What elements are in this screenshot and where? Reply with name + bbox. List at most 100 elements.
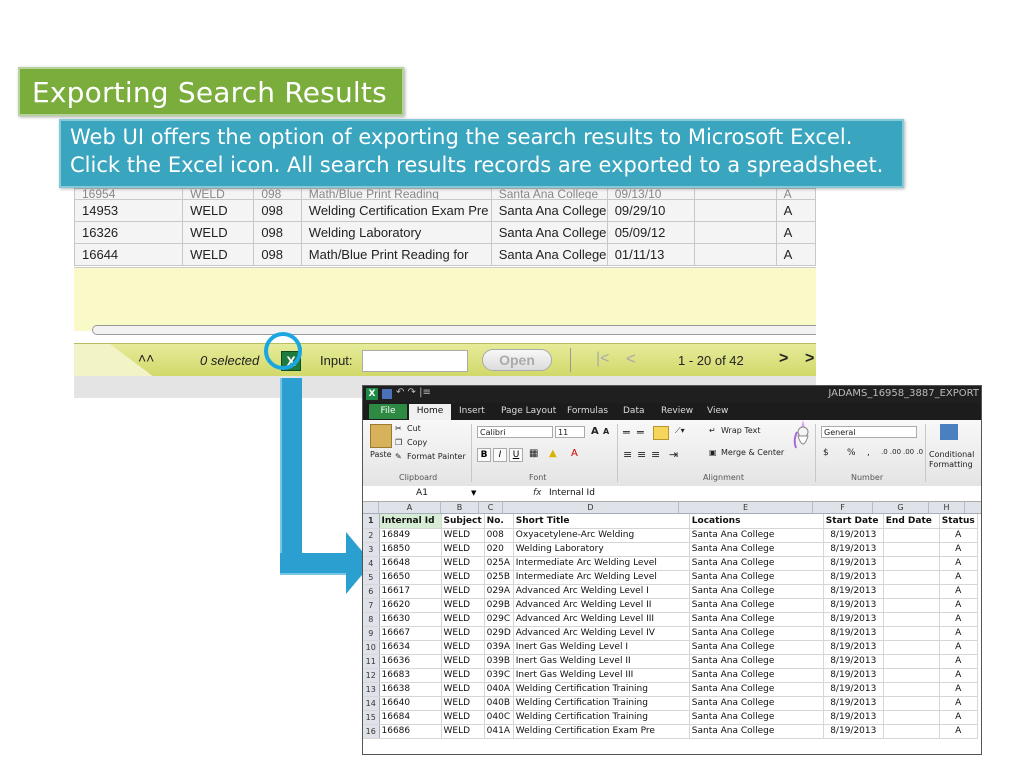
- cell[interactable]: 16684: [379, 710, 442, 725]
- paste-button[interactable]: Paste: [370, 450, 392, 459]
- cell[interactable]: A: [939, 724, 978, 739]
- row-number[interactable]: 15: [363, 710, 380, 725]
- cell[interactable]: [883, 668, 940, 683]
- cell[interactable]: Internal Id: [379, 514, 442, 529]
- row-number[interactable]: 11: [363, 654, 380, 669]
- cell[interactable]: 040A: [484, 682, 514, 697]
- cell[interactable]: 16638: [379, 682, 442, 697]
- cell[interactable]: Intermediate Arc Welding Level: [513, 570, 690, 585]
- cell[interactable]: 16686: [379, 724, 442, 739]
- cell[interactable]: [883, 626, 940, 641]
- currency-button[interactable]: $: [823, 448, 829, 458]
- cell[interactable]: Santa Ana College: [689, 682, 824, 697]
- cell[interactable]: End Date: [883, 514, 940, 529]
- cell[interactable]: WELD: [441, 598, 485, 613]
- tab-view[interactable]: View: [707, 406, 728, 416]
- cell[interactable]: A: [939, 612, 978, 627]
- cell[interactable]: [883, 696, 940, 711]
- cell[interactable]: Advanced Arc Welding Level IV: [513, 626, 690, 641]
- cell[interactable]: 8/19/2013: [823, 668, 884, 683]
- cell[interactable]: WELD: [441, 542, 485, 557]
- cell[interactable]: [883, 654, 940, 669]
- comma-button[interactable]: ,: [867, 448, 870, 458]
- cell[interactable]: Santa Ana College: [689, 696, 824, 711]
- cell[interactable]: [883, 682, 940, 697]
- increase-decimal-button[interactable]: .0 .00: [881, 448, 901, 456]
- cell[interactable]: Advanced Arc Welding Level III: [513, 612, 690, 627]
- cell[interactable]: 16850: [379, 542, 442, 557]
- cell[interactable]: 16630: [379, 612, 442, 627]
- save-icon[interactable]: [382, 389, 392, 399]
- cell[interactable]: WELD: [441, 584, 485, 599]
- shrink-font-icon[interactable]: A: [603, 427, 609, 436]
- cell[interactable]: 025B: [484, 570, 514, 585]
- column-header[interactable]: B: [441, 502, 479, 513]
- quick-access-undo-redo-icon[interactable]: ↶ ↷ |≡: [396, 387, 431, 398]
- cell[interactable]: 8/19/2013: [823, 598, 884, 613]
- cell[interactable]: Subject: [441, 514, 485, 529]
- cell[interactable]: A: [939, 696, 978, 711]
- cell[interactable]: 8/19/2013: [823, 626, 884, 641]
- align-center-icon[interactable]: ≡: [637, 448, 646, 461]
- cell[interactable]: A: [939, 668, 978, 683]
- cell[interactable]: Santa Ana College: [689, 528, 824, 543]
- cell[interactable]: Inert Gas Welding Level II: [513, 654, 690, 669]
- cell[interactable]: Advanced Arc Welding Level I: [513, 584, 690, 599]
- cell[interactable]: 039B: [484, 654, 514, 669]
- cut-button[interactable]: Cut: [407, 424, 421, 433]
- name-box[interactable]: A1: [363, 486, 481, 500]
- table-row[interactable]: 16644 WELD 098 Math/Blue Print Reading for S…: [74, 243, 816, 266]
- cell[interactable]: A: [939, 710, 978, 725]
- cell[interactable]: 8/19/2013: [823, 528, 884, 543]
- cell[interactable]: 16620: [379, 598, 442, 613]
- cell[interactable]: Santa Ana College: [689, 542, 824, 557]
- next-page-icon[interactable]: >: [779, 350, 788, 368]
- cell[interactable]: 16617: [379, 584, 442, 599]
- column-header[interactable]: G: [873, 502, 929, 513]
- cell[interactable]: A: [939, 598, 978, 613]
- cell[interactable]: 16636: [379, 654, 442, 669]
- horizontal-scrollbar[interactable]: [92, 325, 816, 335]
- cell[interactable]: Santa Ana College: [689, 626, 824, 641]
- cell[interactable]: WELD: [441, 570, 485, 585]
- cell[interactable]: Status: [939, 514, 978, 529]
- cell[interactable]: 025A: [484, 556, 514, 571]
- cell[interactable]: 16648: [379, 556, 442, 571]
- tab-file[interactable]: File: [369, 404, 407, 419]
- cell[interactable]: Santa Ana College: [689, 598, 824, 613]
- cell[interactable]: Start Date: [823, 514, 884, 529]
- underline-button[interactable]: U: [509, 448, 523, 462]
- column-header[interactable]: E: [679, 502, 813, 513]
- cell[interactable]: [883, 584, 940, 599]
- cell[interactable]: 8/19/2013: [823, 640, 884, 655]
- cell[interactable]: 039C: [484, 668, 514, 683]
- percent-button[interactable]: %: [847, 448, 856, 458]
- copy-button[interactable]: Copy: [407, 438, 427, 447]
- column-header[interactable]: H: [929, 502, 965, 513]
- grow-font-icon[interactable]: A: [591, 426, 599, 437]
- cell[interactable]: [883, 556, 940, 571]
- row-number[interactable]: 4: [363, 556, 380, 571]
- cell[interactable]: Oxyacetylene-Arc Welding: [513, 528, 690, 543]
- number-format-dropdown[interactable]: General: [821, 426, 917, 438]
- cell[interactable]: WELD: [441, 696, 485, 711]
- cell[interactable]: WELD: [441, 640, 485, 655]
- cell[interactable]: 8/19/2013: [823, 570, 884, 585]
- row-number[interactable]: 6: [363, 584, 380, 599]
- merge-center-button[interactable]: Merge & Center: [721, 448, 784, 457]
- cell[interactable]: Santa Ana College: [689, 724, 824, 739]
- table-row[interactable]: 16954 WELD 098 Math/Blue Print Reading Santa…: [74, 188, 816, 200]
- row-number[interactable]: 8: [363, 612, 380, 627]
- cell[interactable]: WELD: [441, 682, 485, 697]
- cell[interactable]: 8/19/2013: [823, 556, 884, 571]
- cell[interactable]: Advanced Arc Welding Level II: [513, 598, 690, 613]
- cell[interactable]: [883, 612, 940, 627]
- cell[interactable]: A: [939, 584, 978, 599]
- formatting-label[interactable]: Formatting: [929, 460, 973, 469]
- cell[interactable]: Santa Ana College: [689, 570, 824, 585]
- cell[interactable]: 8/19/2013: [823, 710, 884, 725]
- cell[interactable]: Short Title: [513, 514, 690, 529]
- tab-home[interactable]: Home: [409, 404, 451, 420]
- last-page-icon[interactable]: >: [805, 350, 814, 368]
- top-align-icon[interactable]: ═: [623, 426, 630, 439]
